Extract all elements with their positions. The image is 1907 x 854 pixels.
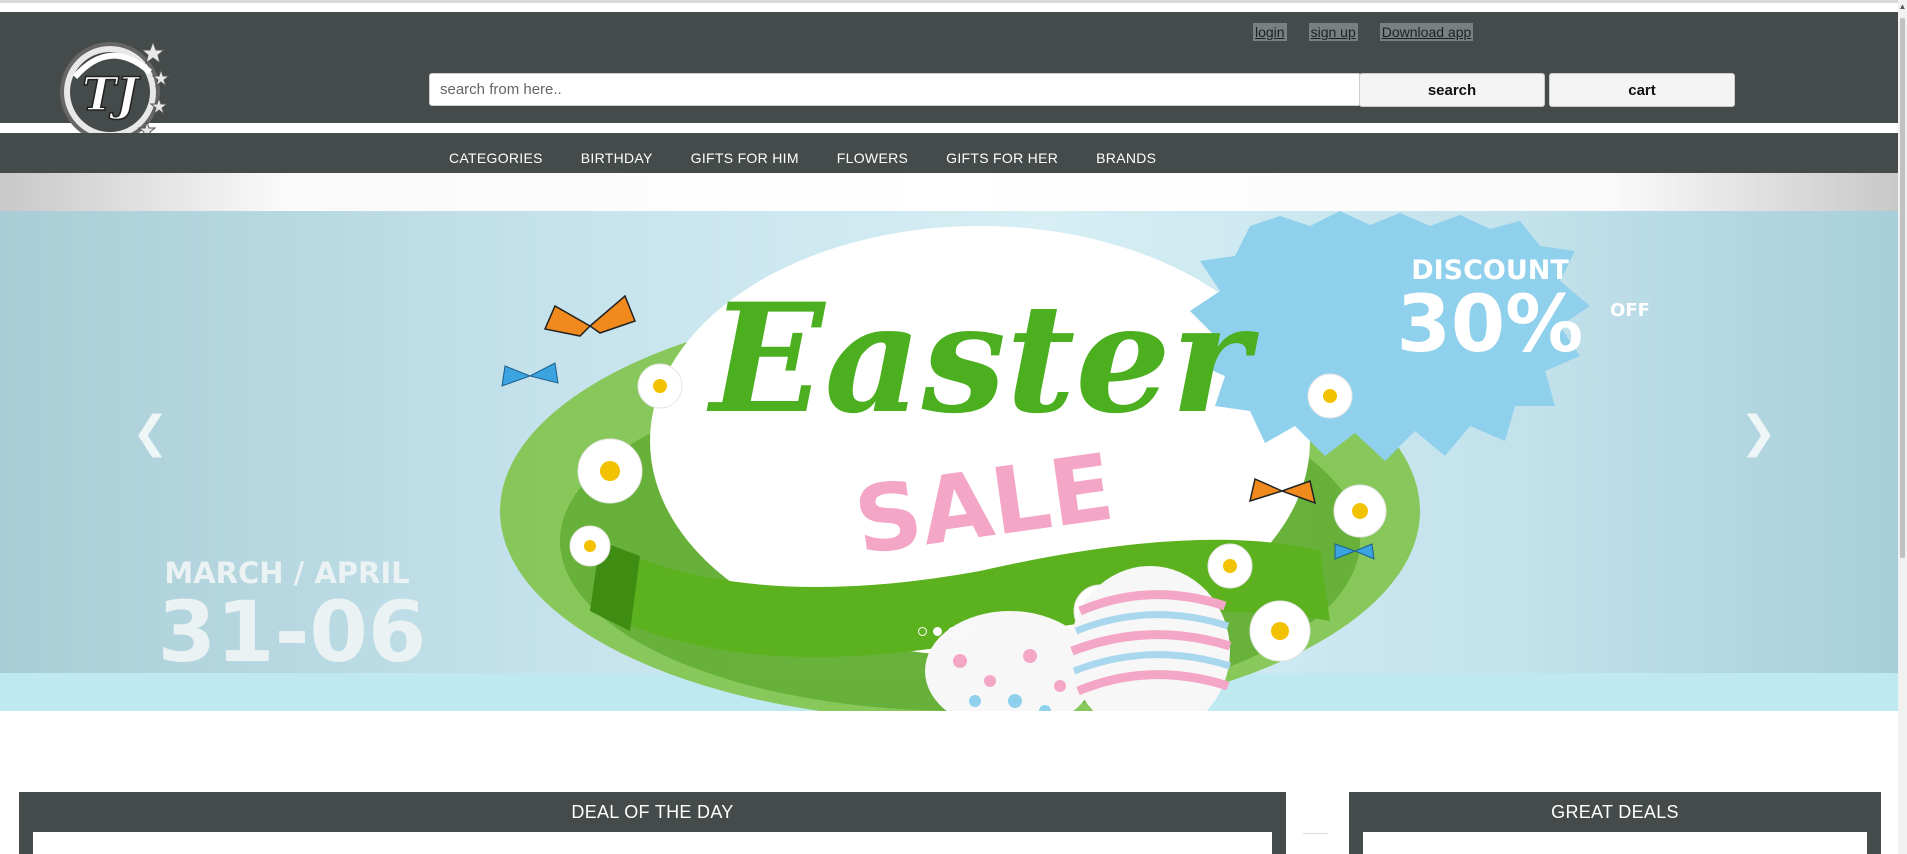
hero-carousel[interactable]: Easter SALE DISCOUNT 30% OFF MARCH / APR…: [0, 211, 1898, 711]
login-link[interactable]: login: [1253, 23, 1287, 41]
header-divider: [0, 123, 1898, 133]
carousel-dot-4[interactable]: [963, 627, 972, 636]
discount-value: 30%: [1397, 280, 1584, 370]
nav-item-categories[interactable]: CATEGORIES: [449, 150, 543, 166]
great-deals-section: GREAT DEALS: [1349, 792, 1881, 854]
download-app-link[interactable]: Download app: [1379, 23, 1474, 41]
carousel-dot-1[interactable]: [918, 627, 927, 636]
nav-item-flowers[interactable]: FLOWERS: [837, 150, 908, 166]
signup-link[interactable]: sign up: [1308, 23, 1358, 41]
nav-menu: CATEGORIES BIRTHDAY GIFTS FOR HIM FLOWER…: [449, 150, 1156, 166]
date-range: 31-06: [158, 583, 427, 681]
svg-text:TJ: TJ: [82, 67, 141, 121]
nav-item-gifts-for-her[interactable]: GIFTS FOR HER: [946, 150, 1058, 166]
discount-off: OFF: [1610, 300, 1650, 321]
gradient-strip: [0, 173, 1898, 211]
search-input[interactable]: [429, 73, 1361, 106]
top-border: [0, 0, 1907, 3]
carousel-indicators: [918, 627, 972, 636]
carousel-next-icon[interactable]: ❯: [1740, 411, 1777, 455]
easter-script-text: Easter: [706, 271, 1260, 447]
carousel-dot-3[interactable]: [948, 627, 957, 636]
carousel-prev-icon[interactable]: ❮: [132, 411, 169, 455]
nav-item-birthday[interactable]: BIRTHDAY: [581, 150, 653, 166]
search-button[interactable]: search: [1359, 73, 1545, 107]
section-divider: [1303, 833, 1328, 834]
easter-sale-banner-image: Easter SALE DISCOUNT 30% OFF MARCH / APR…: [158, 211, 1650, 711]
top-links: login sign up Download app: [1253, 23, 1474, 41]
great-deals-content: [1363, 832, 1867, 854]
nav-item-brands[interactable]: BRANDS: [1096, 150, 1156, 166]
carousel-dot-2[interactable]: [933, 627, 942, 636]
scroll-up-icon[interactable]: ▲: [1898, 2, 1907, 14]
deal-of-the-day-title: DEAL OF THE DAY: [571, 802, 734, 822]
deal-of-the-day-section: DEAL OF THE DAY: [19, 792, 1286, 854]
nav-item-gifts-for-him[interactable]: GIFTS FOR HIM: [691, 150, 799, 166]
scrollbar-thumb[interactable]: [1900, 18, 1905, 558]
cart-button[interactable]: cart: [1549, 73, 1735, 107]
deal-content: [33, 832, 1272, 854]
great-deals-title: GREAT DEALS: [1551, 802, 1679, 822]
